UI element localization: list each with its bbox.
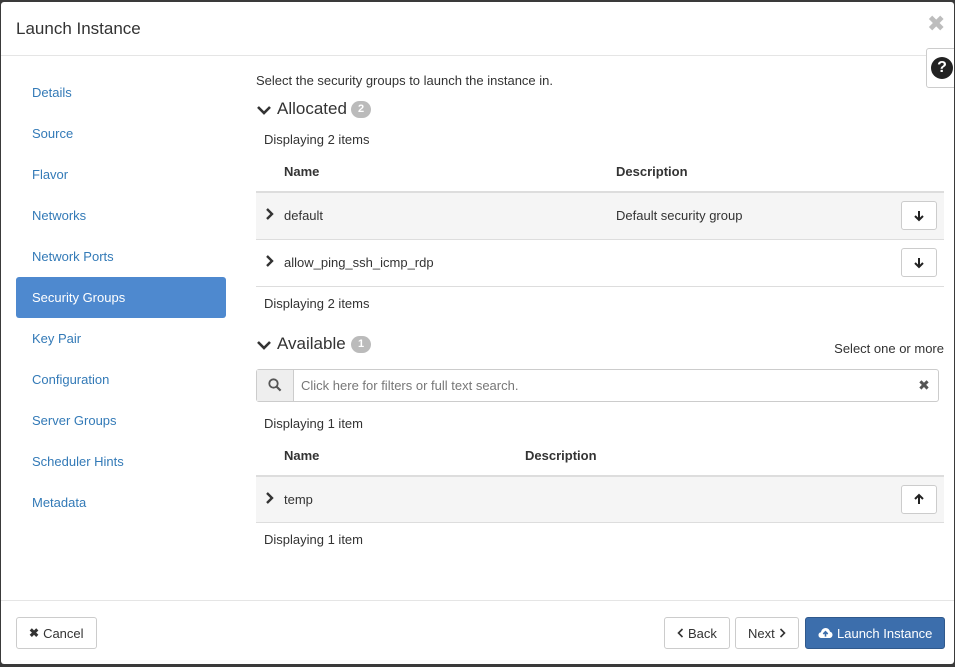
sidebar-item-configuration[interactable]: Configuration xyxy=(16,359,226,400)
launch-instance-button[interactable]: Launch Instance xyxy=(805,617,946,649)
deallocate-button[interactable] xyxy=(901,201,937,231)
launch-instance-modal: Launch Instance ✖ ? Details Source Flavo… xyxy=(1,2,954,664)
close-icon: ✖ xyxy=(29,626,40,640)
name-column-header: Name xyxy=(283,152,615,193)
close-icon[interactable]: ✖ xyxy=(927,13,945,35)
available-header-row: Name Description xyxy=(256,435,944,477)
arrow-down-icon xyxy=(914,257,924,268)
table-row: default Default security group xyxy=(256,192,944,240)
row-name: temp xyxy=(283,475,524,523)
sidebar-item-key-pair[interactable]: Key Pair xyxy=(16,318,226,359)
select-hint: Select one or more xyxy=(834,340,944,356)
available-displaying-top: Displaying 1 item xyxy=(264,415,363,431)
allocated-displaying-top: Displaying 2 items xyxy=(264,132,370,147)
allocated-title: Allocated xyxy=(277,99,347,118)
description-column-header: Description xyxy=(524,435,884,477)
launch-label: Launch Instance xyxy=(837,625,933,641)
modal-footer: ✖ Cancel Back Next Launch Instance xyxy=(1,600,954,664)
action-col xyxy=(884,435,944,477)
expander-col xyxy=(256,435,283,477)
allocated-header[interactable]: Allocated 2 xyxy=(256,98,944,128)
sidebar-item-networks[interactable]: Networks xyxy=(16,195,226,236)
row-description xyxy=(615,239,884,287)
allocated-count-badge: 2 xyxy=(351,101,371,118)
row-name: default xyxy=(283,192,615,240)
next-button[interactable]: Next xyxy=(735,617,799,649)
back-button[interactable]: Back xyxy=(664,617,730,649)
sidebar-item-source[interactable]: Source xyxy=(16,113,226,154)
chevron-down-icon xyxy=(257,106,271,115)
cloud-upload-icon xyxy=(818,628,833,638)
available-table: Name Description temp xyxy=(256,435,944,523)
chevron-down-icon xyxy=(257,340,271,350)
chevron-left-icon xyxy=(677,628,684,638)
available-header[interactable]: Available 1 Select one or more xyxy=(256,333,944,363)
available-count-badge: 1 xyxy=(351,335,371,353)
sidebar-item-details[interactable]: Details xyxy=(16,72,226,113)
next-label: Next xyxy=(748,625,775,641)
modal-header: Launch Instance ✖ xyxy=(1,2,954,56)
arrow-up-icon xyxy=(914,493,924,505)
wizard-sidebar: Details Source Flavor Networks Network P… xyxy=(16,72,226,523)
allocated-header-row: Name Description xyxy=(256,152,944,193)
search-input[interactable] xyxy=(299,369,899,401)
intro-text: Select the security groups to launch the… xyxy=(256,73,554,88)
row-expander[interactable] xyxy=(256,239,283,287)
row-expander[interactable] xyxy=(256,192,283,240)
arrow-down-icon xyxy=(914,210,924,222)
cancel-label: Cancel xyxy=(43,625,84,641)
chevron-right-icon xyxy=(779,628,786,638)
cancel-button[interactable]: ✖ Cancel xyxy=(16,617,97,649)
chevron-right-icon xyxy=(265,255,274,267)
row-description: Default security group xyxy=(615,192,884,240)
search-addon xyxy=(257,369,294,401)
sidebar-item-network-ports[interactable]: Network Ports xyxy=(16,236,226,277)
sidebar-item-security-groups[interactable]: Security Groups xyxy=(16,277,226,318)
sidebar-item-metadata[interactable]: Metadata xyxy=(16,482,226,523)
back-label: Back xyxy=(688,625,717,641)
expander-col xyxy=(256,152,283,193)
chevron-right-icon xyxy=(265,208,274,221)
search-icon xyxy=(268,378,282,392)
table-row: allow_ping_ssh_icmp_rdp xyxy=(256,239,944,287)
sidebar-item-server-groups[interactable]: Server Groups xyxy=(16,400,226,441)
name-column-header: Name xyxy=(283,435,524,477)
available-displaying-bottom: Displaying 1 item xyxy=(264,532,363,547)
modal-title: Launch Instance xyxy=(16,19,141,38)
clear-search-icon[interactable]: ✖ xyxy=(916,377,932,393)
sidebar-item-flavor[interactable]: Flavor xyxy=(16,154,226,195)
allocate-button[interactable] xyxy=(901,484,937,514)
allocated-table: Name Description default Default securit… xyxy=(256,152,944,287)
row-name: allow_ping_ssh_icmp_rdp xyxy=(283,239,615,287)
available-title: Available xyxy=(277,333,346,353)
row-expander[interactable] xyxy=(256,475,283,523)
security-groups-panel: Select the security groups to launch the… xyxy=(256,62,944,547)
action-col xyxy=(884,152,944,193)
description-column-header: Description xyxy=(615,152,884,193)
search-bar: ✖ xyxy=(256,368,939,402)
chevron-right-icon xyxy=(265,491,274,504)
deallocate-button[interactable] xyxy=(901,248,937,277)
sidebar-item-scheduler-hints[interactable]: Scheduler Hints xyxy=(16,441,226,482)
allocated-displaying-bottom: Displaying 2 items xyxy=(264,295,370,311)
table-row: temp xyxy=(256,475,944,523)
row-description xyxy=(524,475,884,523)
